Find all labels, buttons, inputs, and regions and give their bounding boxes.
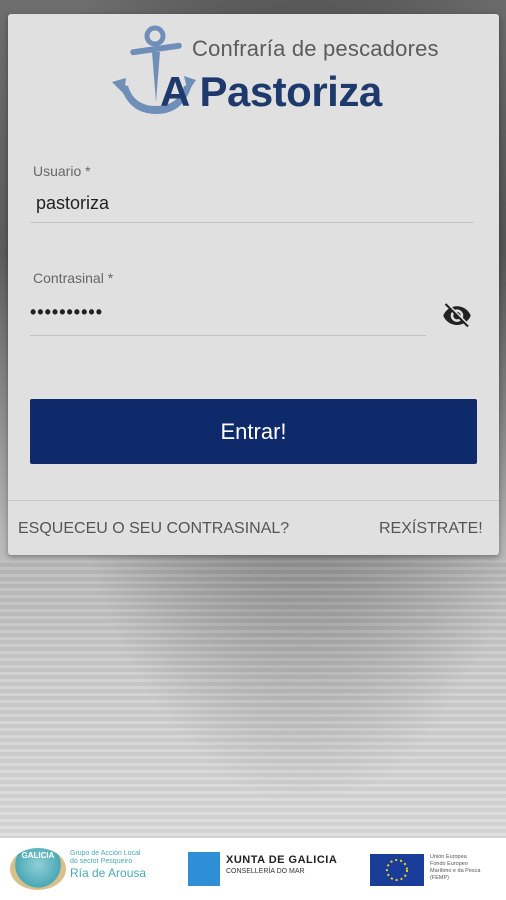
eu-flag-icon	[370, 854, 424, 886]
xunta-title: XUNTA DE GALICIA	[226, 854, 338, 866]
eu-line1: Unión Europea	[430, 854, 467, 860]
galp-logo-icon: GALICIA	[10, 848, 66, 890]
visibility-off-icon[interactable]	[440, 300, 474, 330]
password-label: Contrasinal *	[33, 270, 114, 286]
password-input[interactable]: ••••••••••	[30, 302, 103, 323]
logo-name: A Pastoriza	[160, 68, 382, 115]
card-divider	[8, 500, 499, 501]
username-label: Usuario *	[33, 163, 91, 179]
password-underline	[30, 335, 426, 336]
xunta-sub: CONSELLERÍA DO MAR	[226, 868, 305, 875]
forgot-password-link[interactable]: ESQUECEU O SEU CONTRASINAL?	[18, 520, 289, 538]
eu-text: Unión Europea Fondo Europeo Marítimo e d…	[430, 854, 480, 882]
galp-text: Grupo de Acción Local do sector Pesqueir…	[70, 850, 146, 880]
xunta-shield-icon	[188, 852, 220, 886]
register-link[interactable]: REXÍSTRATE!	[379, 520, 483, 538]
galp-name: Ría de Arousa	[70, 866, 147, 880]
username-underline	[30, 222, 474, 223]
eu-line3: Marítimo e da Pesca	[430, 868, 481, 874]
logo-tagline: Confraría de pescadores	[192, 36, 439, 61]
galp-line2: do sector Pesqueiro	[70, 858, 133, 865]
eu-line4: (FEMP)	[430, 875, 449, 881]
username-input[interactable]: pastoriza	[36, 193, 109, 214]
xunta-text: XUNTA DE GALICIA CONSELLERÍA DO MAR	[226, 854, 337, 875]
sponsors-footer: GALICIA Grupo de Acción Local do sector …	[0, 838, 506, 900]
water-texture	[0, 560, 506, 840]
eu-line2: Fondo Europeo	[430, 861, 468, 867]
login-button[interactable]: Entrar!	[30, 399, 477, 464]
galp-line1: Grupo de Acción Local	[70, 850, 141, 857]
galp-logo-text: GALICIA	[21, 851, 55, 860]
